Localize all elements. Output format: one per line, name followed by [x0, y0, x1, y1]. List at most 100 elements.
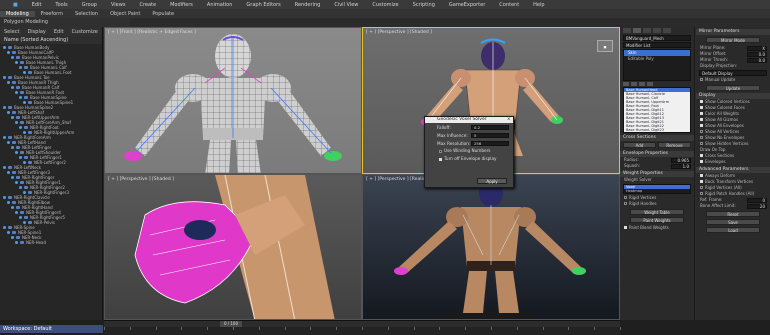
menu-rendering[interactable]: Rendering — [288, 2, 328, 8]
checkbox-box[interactable] — [700, 100, 703, 103]
track-bar[interactable] — [104, 327, 621, 335]
visibility-icon[interactable] — [19, 66, 22, 69]
mirror-mode-button[interactable]: Mirror Mode — [706, 37, 760, 43]
checkbox-box[interactable] — [700, 180, 703, 183]
visibility-icon[interactable] — [11, 236, 14, 239]
visibility-icon[interactable] — [11, 56, 14, 59]
close-icon[interactable]: x — [507, 117, 510, 123]
turn-off-envelope-checkbox[interactable]: Turn off Envelope display — [425, 155, 513, 163]
apply-button[interactable]: Apply — [477, 178, 507, 184]
checkbox-box[interactable] — [700, 174, 703, 177]
viewport-perspective-hand[interactable]: [ + ] [Perspective ] [Shaded ] — [104, 174, 362, 320]
tab-edit[interactable]: Edit — [50, 29, 68, 35]
visibility-icon[interactable] — [7, 81, 10, 84]
add-button[interactable]: Add — [623, 142, 656, 148]
visibility-icon[interactable] — [7, 111, 10, 114]
visibility-icon[interactable] — [3, 226, 6, 229]
modify-tab-icon[interactable] — [633, 28, 641, 33]
visibility-icon[interactable] — [23, 161, 26, 164]
solver-option-heatmap[interactable]: Heatmap — [624, 189, 690, 193]
show-end-result-icon[interactable] — [631, 82, 637, 86]
modifier-list-dropdown[interactable]: Modifier List — [623, 42, 691, 48]
viewport-label[interactable]: [ + ] [Perspective ] [Shaded ] — [366, 30, 432, 35]
menu-tools[interactable]: Tools — [48, 2, 74, 8]
workspace-selector[interactable]: Workspace: Default — [0, 325, 103, 333]
checkbox-box[interactable] — [700, 192, 703, 195]
menu-group[interactable]: Group — [75, 2, 104, 8]
viewport-label[interactable]: [ + ] [Perspective ] [Shaded ] — [108, 177, 174, 182]
view-cube[interactable]: ■ — [597, 40, 613, 52]
visibility-icon[interactable] — [15, 151, 18, 154]
pin-stack-icon[interactable] — [623, 82, 629, 86]
weight-solver-list[interactable]: Voxel Heatmap — [623, 184, 691, 194]
visibility-icon[interactable] — [11, 176, 14, 179]
visibility-icon[interactable] — [15, 241, 18, 244]
menu-content[interactable]: Content — [492, 2, 526, 8]
bone-affect-spinner[interactable]: 20 — [747, 203, 767, 209]
viewport-perspective-realistic[interactable]: [ + ] [Perspective ] [Realistic ] — [362, 174, 620, 320]
menu-civil-view[interactable]: Civil View — [327, 2, 365, 8]
menu-views[interactable]: Views — [104, 2, 132, 8]
tab-object-paint[interactable]: Object Paint — [104, 11, 146, 17]
checkbox-box[interactable] — [700, 160, 703, 163]
menu-help[interactable]: Help — [526, 2, 551, 8]
make-unique-icon[interactable] — [639, 82, 645, 86]
bones-list[interactable]: Base HumanHead Base HumanL Clavicle Base H… — [623, 87, 691, 133]
checkbox-box[interactable] — [700, 130, 703, 133]
visibility-icon[interactable] — [11, 206, 14, 209]
tab-modeling[interactable]: Modeling — [0, 10, 35, 17]
mirror-parameters-title[interactable]: Mirror Parameters — [696, 29, 770, 35]
ref-frame-spinner[interactable]: 0 — [747, 197, 767, 203]
load-button[interactable]: Load — [706, 227, 760, 233]
visibility-icon[interactable] — [11, 116, 14, 119]
manual-update-row[interactable]: Manual Update — [696, 77, 770, 83]
stack-item-editable-poly[interactable]: Editable Poly — [624, 56, 690, 62]
checkbox-box[interactable] — [700, 124, 703, 127]
tab-customize[interactable]: Customize — [68, 29, 102, 35]
display-projection-dropdown[interactable]: Default Display — [699, 70, 767, 76]
visibility-icon[interactable] — [19, 156, 22, 159]
visibility-icon[interactable] — [23, 101, 26, 104]
option-checkbox[interactable]: Envelopes — [696, 159, 770, 165]
menu-graph-editors[interactable]: Graph Editors — [239, 2, 287, 8]
rigid-handles-row[interactable]: Rigid Handles — [620, 201, 694, 207]
remove-modifier-icon[interactable] — [647, 82, 653, 86]
tab-freeform[interactable]: Freeform — [35, 11, 69, 17]
visibility-icon[interactable] — [7, 231, 10, 234]
visibility-icon[interactable] — [3, 106, 6, 109]
visibility-icon[interactable] — [11, 86, 14, 89]
menu-create[interactable]: Create — [132, 2, 163, 8]
visibility-icon[interactable] — [15, 181, 18, 184]
visibility-icon[interactable] — [19, 96, 22, 99]
checkbox-box[interactable] — [700, 154, 703, 157]
checkbox-box[interactable] — [700, 112, 703, 115]
viewport-label[interactable]: [ + ] [Front ] [Realistic + Edged Faces … — [108, 30, 196, 35]
save-button[interactable]: Save — [706, 219, 760, 225]
visibility-icon[interactable] — [3, 196, 6, 199]
viewport-front[interactable]: [ + ] [Front ] [Realistic + Edged Faces … — [104, 27, 362, 174]
reset-button[interactable]: Reset — [706, 211, 760, 217]
visibility-icon[interactable] — [23, 221, 26, 224]
paint-weights-button[interactable]: Paint Weights — [630, 217, 684, 223]
display-tab-icon[interactable] — [663, 28, 671, 33]
use-winding-checkbox[interactable]: Use Winding Numbers — [425, 147, 513, 155]
checkbox-box[interactable] — [700, 186, 703, 189]
visibility-icon[interactable] — [23, 131, 26, 134]
menu-modifiers[interactable]: Modifiers — [163, 2, 200, 8]
menu-animation[interactable]: Animation — [200, 2, 240, 8]
motion-tab-icon[interactable] — [653, 28, 661, 33]
menu-edit[interactable]: Edit — [25, 2, 49, 8]
visibility-icon[interactable] — [15, 211, 18, 214]
checkbox-checked[interactable] — [439, 157, 442, 161]
visibility-icon[interactable] — [15, 121, 18, 124]
visibility-icon[interactable] — [23, 191, 26, 194]
visibility-icon[interactable] — [15, 91, 18, 94]
create-tab-icon[interactable] — [623, 28, 631, 33]
menu-customize[interactable]: Customize — [365, 2, 405, 8]
paint-blend-row[interactable]: Paint Blend Weights — [620, 225, 694, 231]
mirror-thresh-spinner[interactable]: 0.0 — [747, 57, 767, 63]
tab-selection[interactable]: Selection — [69, 11, 104, 17]
mirror-offset-spinner[interactable]: 0.0 — [747, 51, 767, 57]
checkbox-box[interactable] — [439, 149, 442, 153]
visibility-icon[interactable] — [3, 76, 6, 79]
